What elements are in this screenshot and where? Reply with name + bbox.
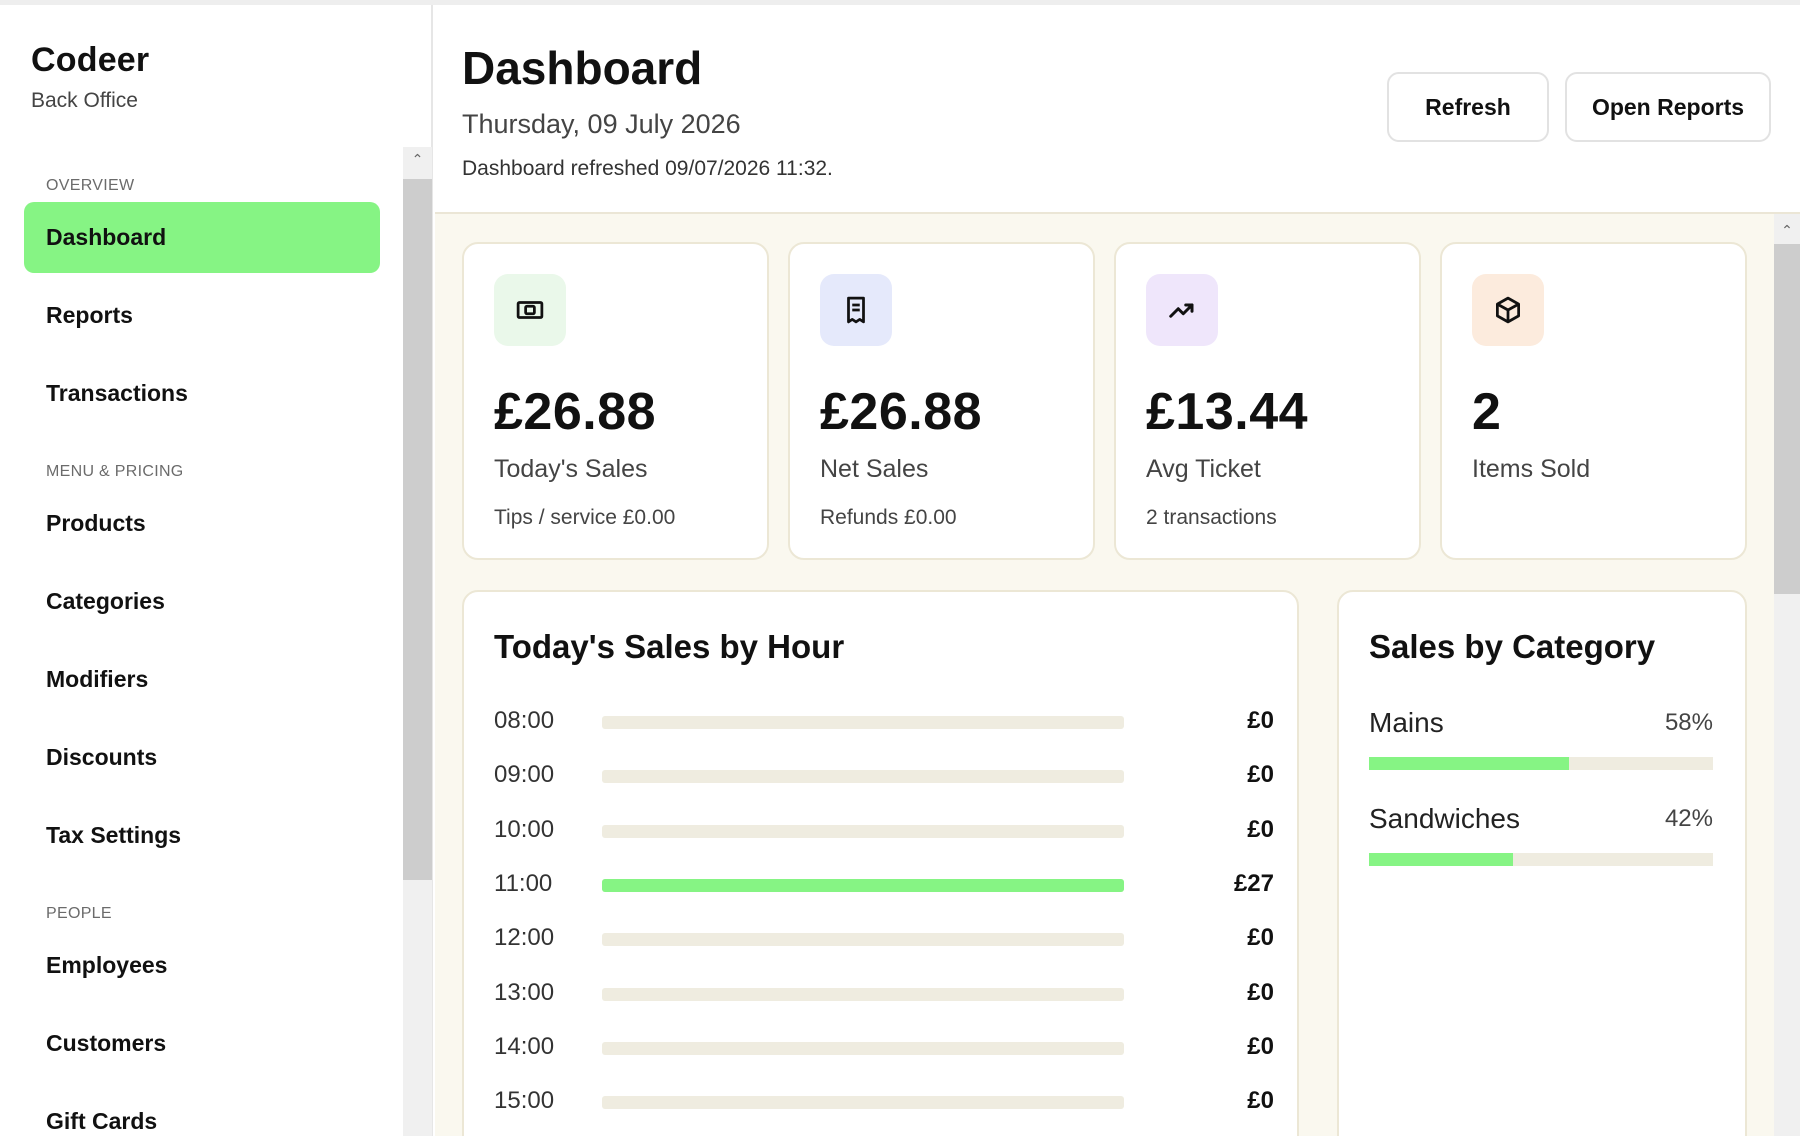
kpi-card-items-sold: 2 Items Sold (1440, 242, 1747, 560)
hour-bar-track (602, 1041, 1124, 1055)
kpi-card-avg-ticket: £13.44 Avg Ticket 2 transactions (1114, 242, 1421, 560)
nav-section-menu-pricing: MENU & PRICING (46, 463, 184, 480)
hour-value: £27 (1233, 869, 1274, 897)
category-bar-track (1369, 853, 1713, 866)
category-name: Mains (1369, 707, 1444, 738)
nav-section-people: PEOPLE (46, 905, 112, 922)
sidebar-item-products[interactable]: Products (24, 488, 380, 559)
kpi-subtext: Refunds £0.00 (820, 506, 957, 529)
kpi-value: £26.88 (820, 383, 983, 441)
sidebar-scrollbar-thumb[interactable] (403, 179, 432, 880)
hour-row: 15:00 £0 (494, 1087, 1274, 1117)
hour-row: 13:00 £0 (494, 979, 1274, 1009)
hour-value: £0 (1247, 1087, 1274, 1115)
refresh-status: Dashboard refreshed 09/07/2026 11:32. (462, 157, 833, 180)
kpi-label: Today's Sales (494, 455, 648, 483)
category-percent: 42% (1664, 805, 1713, 832)
brand-title: Codeer (31, 41, 150, 79)
sidebar-item-employees[interactable]: Employees (24, 930, 380, 1001)
hour-bar-track (602, 824, 1124, 838)
hour-row: 08:00 £0 (494, 707, 1274, 737)
receipt-icon (820, 274, 892, 346)
category-bar-fill (1369, 853, 1514, 866)
hour-bar-track (602, 878, 1124, 892)
hour-label: 14:00 (494, 1032, 555, 1060)
main-scrollbar[interactable]: ⌃ (1774, 214, 1800, 1136)
hour-value: £0 (1247, 815, 1274, 843)
sidebar-item-modifiers[interactable]: Modifiers (24, 644, 380, 715)
sales-by-category-panel: Sales by Category Mains 58% Sandwiches 42% (1337, 590, 1747, 1136)
sidebar-item-tax-settings[interactable]: Tax Settings (24, 800, 380, 871)
kpi-card-todays-sales: £26.88 Today's Sales Tips / service £0.0… (462, 242, 769, 560)
category-bar-track (1369, 757, 1713, 770)
kpi-label: Net Sales (820, 455, 929, 483)
kpi-label: Avg Ticket (1146, 455, 1261, 483)
sidebar: Codeer Back Office OVERVIEW Dashboard Re… (0, 5, 433, 1136)
open-reports-button[interactable]: Open Reports (1565, 72, 1771, 142)
sales-by-hour-panel: Today's Sales by Hour 08:00 £0 09:00 £0 10:0… (462, 590, 1299, 1136)
hour-label: 15:00 (494, 1087, 555, 1115)
hour-row: 10:00 £0 (494, 816, 1274, 846)
hour-row: 12:00 £0 (494, 924, 1274, 954)
hour-label: 09:00 (494, 761, 555, 789)
refresh-button[interactable]: Refresh (1387, 72, 1549, 142)
hour-bar-track (602, 716, 1124, 729)
kpi-subtext: 2 transactions (1146, 506, 1277, 529)
sidebar-item-dashboard[interactable]: Dashboard (24, 202, 380, 273)
hour-label: 11:00 (494, 869, 553, 897)
category-percent: 58% (1664, 709, 1713, 736)
hour-value: £0 (1247, 707, 1274, 734)
sidebar-scrollbar[interactable]: ⌃ (403, 147, 432, 1136)
sidebar-item-customers[interactable]: Customers (24, 1008, 380, 1079)
nav-section-overview: OVERVIEW (46, 177, 135, 194)
sidebar-item-gift-cards[interactable]: Gift Cards (24, 1086, 380, 1136)
hour-bar-fill (602, 878, 1124, 892)
hour-row: 14:00 £0 (494, 1033, 1274, 1063)
hour-bar-track (602, 933, 1124, 947)
dashboard-content: £26.88 Today's Sales Tips / service £0.0… (435, 214, 1774, 1136)
main-scrollbar-thumb[interactable] (1774, 244, 1800, 594)
category-bar-fill (1369, 757, 1569, 770)
hour-label: 08:00 (494, 707, 555, 734)
hour-value: £0 (1247, 978, 1274, 1006)
page-date: Thursday, 09 July 2026 (462, 109, 741, 139)
hour-label: 12:00 (494, 924, 555, 952)
hour-bar-track (602, 1096, 1124, 1110)
hour-value: £0 (1247, 761, 1274, 789)
kpi-label: Items Sold (1472, 455, 1591, 483)
hour-value: £0 (1247, 1032, 1274, 1060)
sidebar-item-categories[interactable]: Categories (24, 566, 380, 637)
sidebar-item-discounts[interactable]: Discounts (24, 722, 380, 793)
scroll-up-arrow-icon[interactable]: ⌃ (1774, 222, 1800, 239)
cash-icon (494, 274, 566, 346)
sidebar-nav: OVERVIEW Dashboard Reports Transactions … (0, 147, 403, 1136)
hour-row: 11:00 £27 (494, 870, 1274, 900)
panel-title: Today's Sales by Hour (494, 628, 845, 665)
page-title: Dashboard (462, 42, 703, 94)
brand-subtitle: Back Office (31, 89, 138, 112)
hour-value: £0 (1247, 924, 1274, 952)
brand: Codeer Back Office (31, 41, 149, 113)
box-icon (1472, 274, 1544, 346)
page-header: Dashboard Thursday, 09 July 2026 Dashboa… (435, 5, 1800, 214)
hour-label: 13:00 (494, 978, 555, 1006)
hour-label: 10:00 (494, 815, 555, 843)
sidebar-item-transactions[interactable]: Transactions (24, 358, 380, 429)
kpi-value: £13.44 (1146, 383, 1309, 441)
hour-bar-track (602, 987, 1124, 1001)
kpi-value: 2 (1472, 383, 1502, 441)
hour-row: 09:00 £0 (494, 761, 1274, 791)
trending-up-icon (1146, 274, 1218, 346)
kpi-value: £26.88 (494, 383, 657, 441)
scroll-up-arrow-icon[interactable]: ⌃ (403, 151, 432, 173)
panel-title: Sales by Category (1369, 628, 1656, 665)
category-name: Sandwiches (1369, 803, 1520, 834)
kpi-card-net-sales: £26.88 Net Sales Refunds £0.00 (788, 242, 1095, 560)
hour-bar-track (602, 770, 1124, 784)
sidebar-item-reports[interactable]: Reports (24, 280, 380, 351)
kpi-subtext: Tips / service £0.00 (494, 506, 676, 529)
